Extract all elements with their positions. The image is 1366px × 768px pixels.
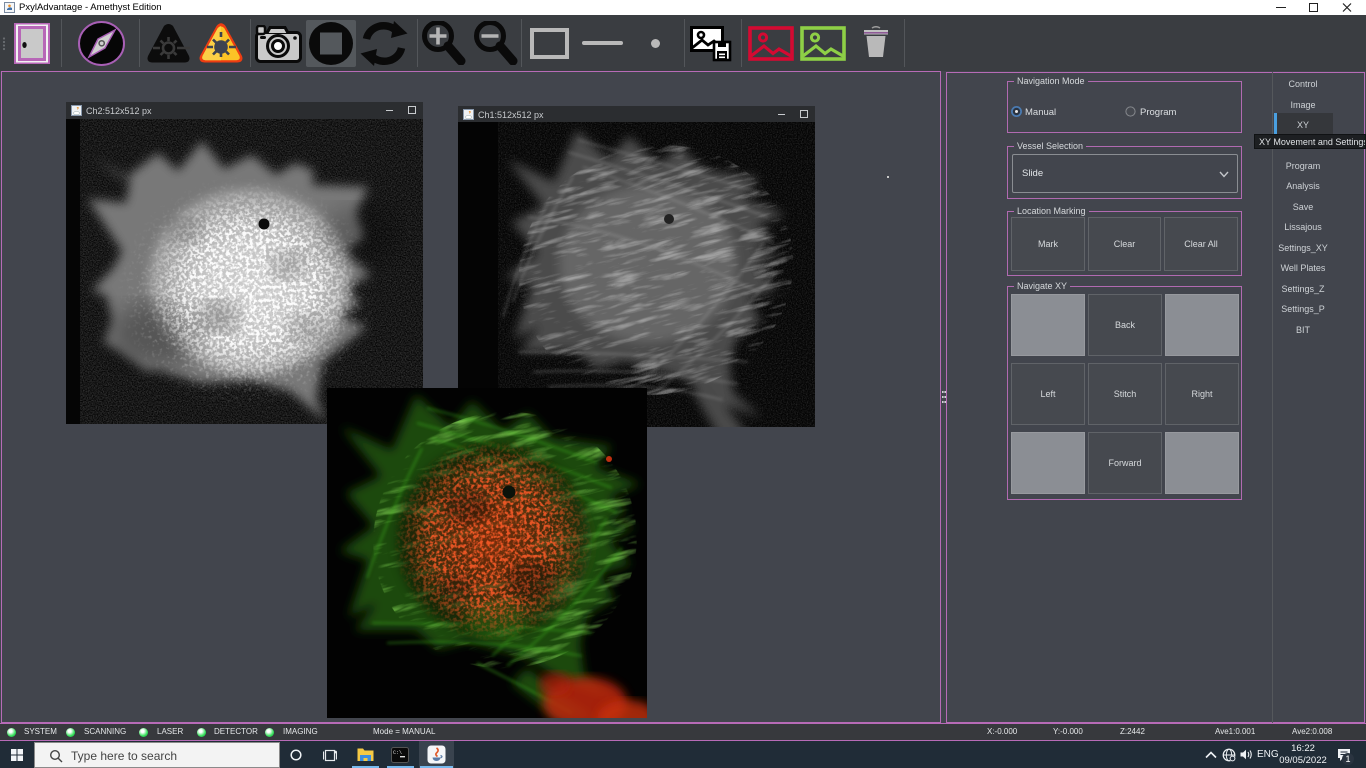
svg-text:C:\: C:\ (393, 750, 402, 756)
